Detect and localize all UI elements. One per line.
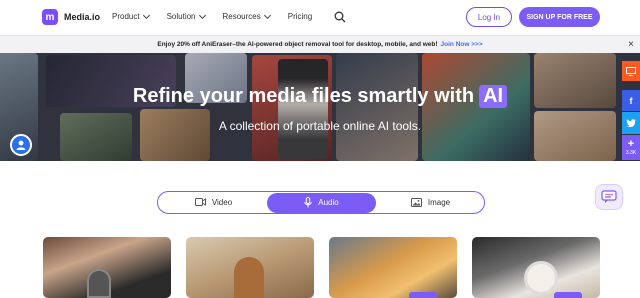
card-action-tab	[409, 292, 437, 298]
brand-logo[interactable]: m Media.io	[42, 9, 100, 25]
twitter-icon	[626, 119, 636, 127]
ai-assistant-button[interactable]	[595, 184, 623, 210]
nav-item-pricing[interactable]: Pricing	[288, 12, 312, 21]
hero-title-text: Refine your media files smartly with	[132, 85, 475, 107]
card-action-tab	[554, 292, 582, 298]
nav-item-label: Pricing	[287, 12, 313, 21]
tab-image[interactable]: Image	[378, 192, 483, 212]
chevron-down-icon	[142, 11, 150, 19]
chat-bubble-icon	[601, 190, 617, 203]
nav-item-resources[interactable]: Resources	[222, 11, 271, 21]
facebook-icon: f	[629, 95, 633, 106]
tool-card-thumbnail[interactable]	[43, 237, 171, 298]
tab-label: Image	[427, 197, 451, 207]
guitar-photo-detail	[234, 257, 264, 298]
monitor-icon	[626, 66, 636, 76]
promo-text: Enjoy 20% off AniEraser–the AI-powered o…	[157, 41, 438, 48]
close-icon[interactable]: ×	[628, 39, 634, 50]
nav-item-label: Solution	[166, 12, 196, 21]
signup-button[interactable]: SIGN UP FOR FREE	[519, 7, 600, 27]
nav-item-product[interactable]: Product	[112, 11, 150, 21]
login-button[interactable]: Log In	[466, 7, 512, 27]
coffee-cup-detail	[524, 261, 558, 295]
hero-title: Refine your media files smartly with AI	[0, 85, 640, 108]
tab-audio[interactable]: Audio	[267, 192, 376, 213]
support-chat-button[interactable]	[10, 134, 32, 156]
promo-join-link[interactable]: Join Now >>>	[441, 41, 483, 48]
microphone-photo-detail	[87, 269, 111, 298]
chevron-down-icon	[198, 11, 206, 19]
brand-name: Media.io	[64, 12, 101, 22]
facebook-share-button[interactable]: f	[622, 90, 640, 111]
person-chat-icon	[16, 140, 26, 150]
tool-card-thumbnail[interactable]	[186, 237, 314, 298]
more-share-button[interactable]: + 3.3K	[622, 135, 640, 160]
search-icon[interactable]	[334, 11, 346, 23]
hero-subtitle: A collection of portable online AI tools…	[218, 119, 422, 133]
main-menu: Product Solution Resources Pricing	[112, 11, 330, 21]
screen-share-button[interactable]	[622, 61, 640, 81]
tool-card-thumbnail[interactable]	[472, 237, 600, 298]
tab-label: Video	[211, 197, 233, 207]
top-navbar: m Media.io Product Solution Resources Pr…	[0, 0, 640, 35]
share-count: 3.3K	[625, 150, 637, 156]
media-type-tabs: Video Audio Image	[157, 191, 485, 214]
promo-banner: Enjoy 20% off AniEraser–the AI-powered o…	[0, 35, 640, 53]
ai-badge: AI	[479, 85, 508, 108]
nav-item-label: Resources	[222, 12, 261, 21]
logo-mark-icon: m	[42, 9, 58, 25]
twitter-share-button[interactable]	[622, 112, 640, 134]
hero-banner: Refine your media files smartly with AI …	[0, 53, 640, 161]
chevron-down-icon	[263, 11, 271, 19]
tab-label: Audio	[318, 198, 339, 207]
microphone-icon	[304, 197, 312, 208]
plus-icon: +	[627, 138, 635, 150]
nav-item-label: Product	[112, 12, 140, 21]
video-icon	[194, 198, 206, 206]
tool-card-thumbnail[interactable]	[329, 237, 457, 298]
image-icon	[410, 197, 422, 207]
nav-item-solution[interactable]: Solution	[166, 11, 206, 21]
tab-video[interactable]: Video	[161, 192, 266, 212]
